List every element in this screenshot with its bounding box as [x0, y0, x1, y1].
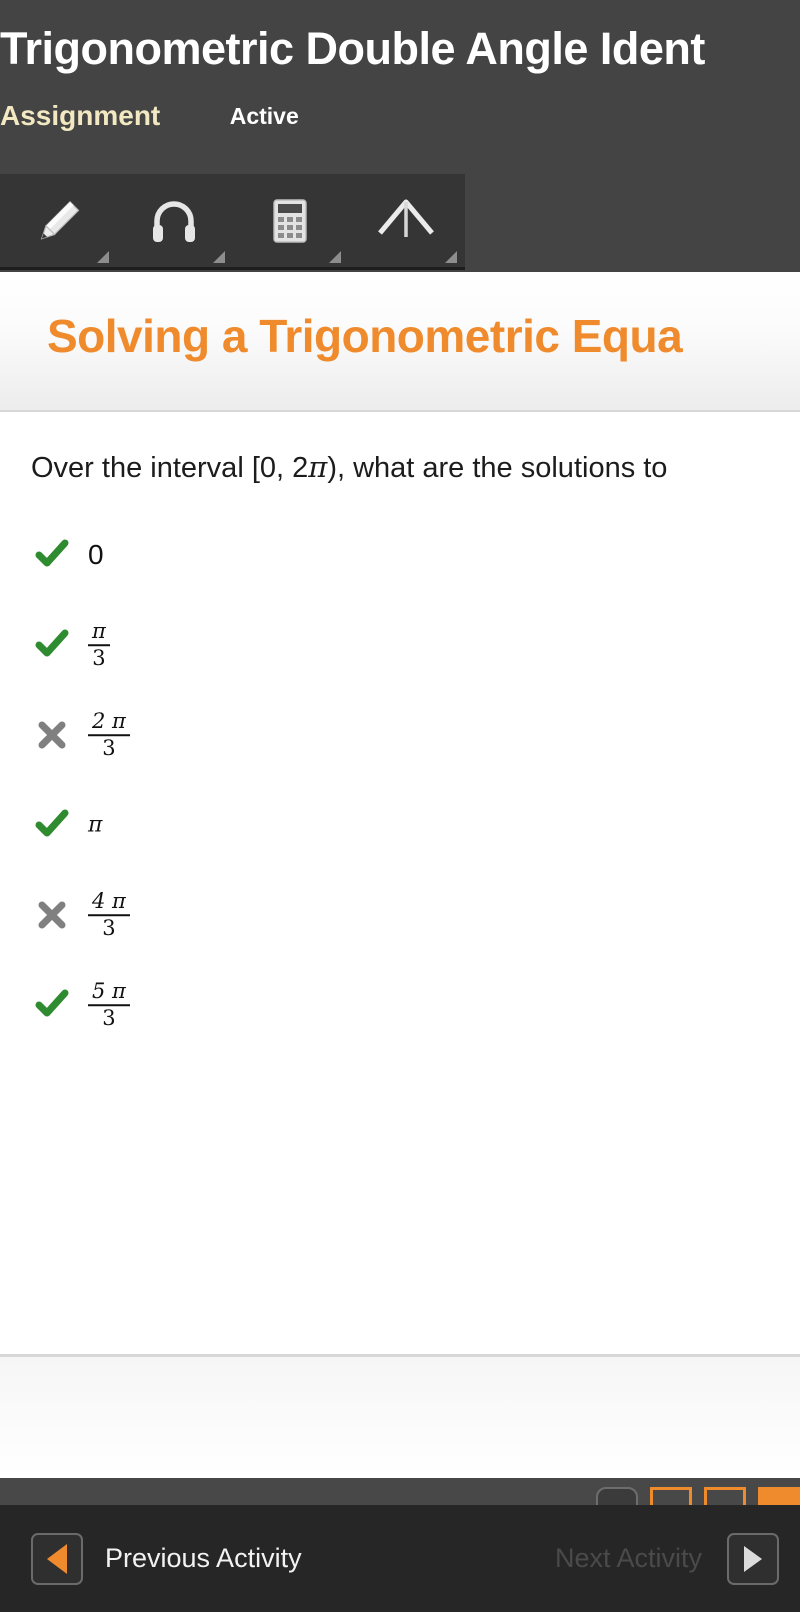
chevron-left-icon	[47, 1543, 67, 1574]
question-prompt-part1: Over the interval [0, 2	[31, 452, 309, 484]
next-activity-label: Next Activity	[554, 1543, 702, 1573]
activity-meta: Assignment Active	[0, 100, 299, 132]
fraction-denominator: 3	[88, 1004, 130, 1031]
calculator-icon	[260, 191, 320, 251]
fraction-denominator: 3	[88, 644, 110, 671]
pencil-icon	[28, 191, 88, 251]
check-icon	[34, 987, 70, 1023]
question-body: Over the interval [0, 2π), what are the …	[0, 414, 800, 1354]
fraction-numerator: 2 π	[92, 709, 126, 734]
question-prompt: Over the interval [0, 2π), what are the …	[31, 450, 667, 485]
compass-icon	[374, 191, 438, 251]
answer-option[interactable]: 4 π3	[0, 870, 800, 960]
answer-option[interactable]: 2 π3	[0, 690, 800, 780]
assignment-label: Assignment	[0, 100, 161, 131]
check-icon	[34, 807, 70, 843]
answer-option-value: 2 π3	[88, 709, 130, 761]
answer-options: 0π32 π3π4 π35 π3	[0, 510, 800, 1050]
fraction-numerator: 5 π	[92, 979, 126, 1004]
check-icon	[34, 537, 70, 573]
question-prompt-part2: ), what are the solutions to	[327, 452, 668, 484]
answer-option[interactable]: 0	[0, 510, 800, 600]
answer-option-value: 0	[88, 539, 104, 570]
chevron-right-icon	[744, 1545, 762, 1572]
cross-icon	[34, 717, 70, 753]
page-footer-strip	[0, 1354, 800, 1478]
tool-strip	[0, 174, 465, 270]
audio-tool[interactable]	[116, 174, 232, 267]
annotate-tool[interactable]	[0, 174, 116, 267]
cross-icon	[34, 897, 70, 933]
fraction-denominator: 3	[88, 734, 130, 761]
activity-navbar: Previous Activity Next Activity	[0, 1505, 800, 1612]
next-arrow-button[interactable]	[727, 1532, 779, 1585]
answer-option[interactable]: π3	[0, 600, 800, 690]
answer-option-value: π	[88, 812, 103, 838]
answer-option-value: 5 π3	[88, 979, 130, 1031]
calculator-tool[interactable]	[232, 174, 348, 267]
fraction-numerator: π	[92, 619, 106, 644]
answer-option-value: 4 π3	[88, 889, 130, 941]
answer-option[interactable]: π	[0, 780, 800, 870]
activity-page: Solving a Trigonometric Equa Over the in…	[0, 272, 800, 1478]
next-activity-button[interactable]: Next Activity	[554, 1532, 779, 1585]
status-badge: Active	[229, 102, 299, 129]
page-title: Trigonometric Double Angle Ident	[0, 23, 705, 74]
fraction-denominator: 3	[88, 914, 130, 941]
previous-activity-label: Previous Activity	[105, 1543, 302, 1573]
headphones-icon	[144, 191, 204, 251]
fraction-numerator: 4 π	[92, 889, 126, 914]
app-header: Trigonometric Double Angle Ident Assignm…	[0, 0, 800, 272]
answer-option[interactable]: 5 π3	[0, 960, 800, 1050]
activity-screen: Trigonometric Double Angle Ident Assignm…	[0, 0, 800, 1612]
previous-activity-button[interactable]: Previous Activity	[31, 1532, 302, 1585]
lesson-banner: Solving a Trigonometric Equa	[0, 274, 800, 412]
lesson-title: Solving a Trigonometric Equa	[47, 310, 683, 362]
answer-option-value: π3	[88, 619, 110, 671]
protractor-tool[interactable]	[348, 174, 464, 267]
previous-arrow-button[interactable]	[31, 1532, 83, 1585]
pi-glyph: π	[308, 450, 328, 484]
check-icon	[34, 627, 70, 663]
